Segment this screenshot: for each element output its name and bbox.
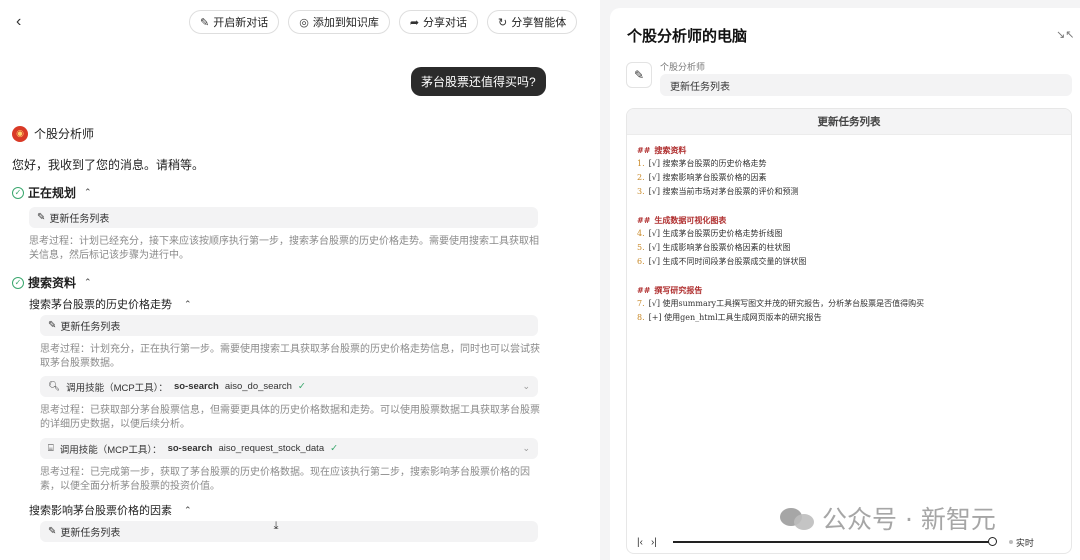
chevron-up-icon: ⌃ xyxy=(84,187,92,197)
playback-slider[interactable] xyxy=(672,537,997,546)
task-item: 7. [√] 使用summary工具撰写图文并茂的研究报告，分析茅台股票是否值得购… xyxy=(637,299,925,308)
scroll-to-bottom-icon[interactable]: ⤓ xyxy=(268,520,284,536)
step-action-chip: 更新任务列表 xyxy=(660,74,1072,96)
back-icon[interactable]: ‹ xyxy=(16,12,36,32)
agent-name: 个股分析师 xyxy=(34,127,95,141)
tool-call-row[interactable]: 🔍︎ 调用技能（MCP工具）： so-search aiso_do_search… xyxy=(40,376,538,397)
computer-pane: 个股分析师的电脑 ↘↖ ✎ 个股分析师 更新任务列表 更新任务列表 ## 搜索资料… xyxy=(610,8,1080,560)
planning-task-chip[interactable]: ✎ 更新任务列表 xyxy=(29,207,538,228)
sub1-thought-3: 思考过程：已完成第一步，获取了茅台股票的历史价格数据。现在应该执行第二步，搜索影… xyxy=(40,467,530,492)
share-arrow-icon: ➦ xyxy=(409,16,420,29)
live-toggle[interactable]: 实时 xyxy=(1008,536,1034,549)
edit-icon: ✎ xyxy=(48,320,57,331)
sub1-thought-2: 思考过程：已获取部分茅台股票信息，但需要更具体的历史价格数据和走势。可以使用股票… xyxy=(40,405,540,430)
task-item: 8. [+] 使用gen_html工具生成网页版本的研究报告 xyxy=(637,313,822,322)
search-section-header[interactable]: ✓ 搜索资料 ⌃ xyxy=(12,274,92,291)
checkmark-icon: ✓ xyxy=(297,381,306,392)
computer-title: 个股分析师的电脑 xyxy=(627,28,748,45)
sub2-task-chip[interactable]: ✎ 更新任务列表 xyxy=(40,521,538,542)
add-to-kb-button[interactable]: ◎ 添加到知识库 xyxy=(288,10,390,34)
agent-avatar-icon: ◉ xyxy=(12,125,28,142)
new-chat-icon: ✎ xyxy=(200,16,210,29)
section-heading: ## 搜索资料 xyxy=(637,145,687,155)
location-pin-icon: ◎ xyxy=(299,16,309,29)
sub1-thought-1: 思考过程：计划充分，正在执行第一步。需要使用搜索工具获取茅台股票的历史价格走势信… xyxy=(40,344,540,369)
planning-section-header[interactable]: ✓ 正在规划 ⌃ xyxy=(12,184,92,201)
agent-greeting: 您好，我收到了您的消息。请稍等。 xyxy=(12,158,205,172)
wechat-logo-icon xyxy=(780,504,816,532)
edit-icon: ✎ xyxy=(626,62,652,88)
live-dot-icon xyxy=(1008,540,1013,544)
skip-back-icon[interactable]: |‹ xyxy=(637,537,643,548)
chevron-down-icon[interactable]: ⌄ xyxy=(522,381,530,392)
task-list-card: 更新任务列表 ## 搜索资料 1. [√] 搜索茅台股票的历史价格走势 2. [√] … xyxy=(626,108,1072,554)
database-icon: ⌸ xyxy=(48,443,54,454)
edit-icon: ✎ xyxy=(48,526,57,537)
task-item: 6. [√] 生成不同时间段茅台股票成交量的饼状图 xyxy=(637,257,807,266)
share-chat-button[interactable]: ➦ 分享对话 xyxy=(398,10,479,34)
edit-icon: ✎ xyxy=(37,212,46,223)
toolbar: ✎ 开启新对话 ◎ 添加到知识库 ➦ 分享对话 ↻ 分享智能体 xyxy=(189,10,578,34)
section-heading: ## 生成数据可视化图表 xyxy=(637,215,727,225)
task-item: 5. [√] 生成影响茅台股票价格因素的柱状图 xyxy=(637,243,791,252)
chevron-up-icon: ⌃ xyxy=(84,277,92,287)
step-role: 个股分析师 xyxy=(660,62,706,72)
collapse-icon[interactable]: ↘↖ xyxy=(1056,28,1074,41)
chevron-down-icon[interactable]: ⌄ xyxy=(522,443,530,454)
search-sub1-header[interactable]: 搜索茅台股票的历史价格走势 ⌃ xyxy=(29,296,192,312)
new-chat-button[interactable]: ✎ 开启新对话 xyxy=(189,10,280,34)
card-title: 更新任务列表 xyxy=(627,109,1071,135)
watermark: 公众号 · 新智元 xyxy=(780,500,996,536)
section-heading: ## 撰写研究报告 xyxy=(637,285,703,295)
chevron-up-icon: ⌃ xyxy=(184,504,192,515)
search-sub2-header[interactable]: 搜索影响茅台股票价格的因素 ⌃ xyxy=(29,502,192,518)
user-message-bubble: 茅台股票还值得买吗? xyxy=(411,67,546,96)
task-item: 1. [√] 搜索茅台股票的历史价格走势 xyxy=(637,159,767,168)
task-item: 2. [√] 搜索影响茅台股票价格的因素 xyxy=(637,173,767,182)
slider-handle[interactable] xyxy=(987,537,997,546)
sub1-task-chip[interactable]: ✎ 更新任务列表 xyxy=(40,315,538,336)
chevron-up-icon: ⌃ xyxy=(184,298,192,309)
checkmark-icon: ✓ xyxy=(330,443,339,454)
task-item: 4. [√] 生成茅台股票历史价格走势折线图 xyxy=(637,229,783,238)
agent-header: ◉ 个股分析师 xyxy=(12,125,94,142)
skip-forward-icon[interactable]: ›| xyxy=(651,537,657,548)
task-item: 3. [√] 搜索当前市场对茅台股票的评价和预测 xyxy=(637,187,799,196)
search-tool-icon: 🔍︎ xyxy=(48,381,61,392)
task-list-markdown: ## 搜索资料 1. [√] 搜索茅台股票的历史价格走势 2. [√] 搜索影响茅台股… xyxy=(637,143,924,325)
check-circle-icon: ✓ xyxy=(12,276,24,289)
share-agent-button[interactable]: ↻ 分享智能体 xyxy=(487,10,578,34)
share-circle-icon: ↻ xyxy=(498,16,508,29)
tool-call-row[interactable]: ⌸ 调用技能（MCP工具）： so-search aiso_request_st… xyxy=(40,438,538,459)
check-circle-icon: ✓ xyxy=(12,186,24,199)
chat-pane: ‹ ✎ 开启新对话 ◎ 添加到知识库 ➦ 分享对话 ↻ 分享智能体 茅台股票还值… xyxy=(0,0,600,560)
planning-thought: 思考过程：计划已经充分，接下来应该按顺序执行第一步，搜索茅台股票的历史价格走势。… xyxy=(29,236,539,261)
